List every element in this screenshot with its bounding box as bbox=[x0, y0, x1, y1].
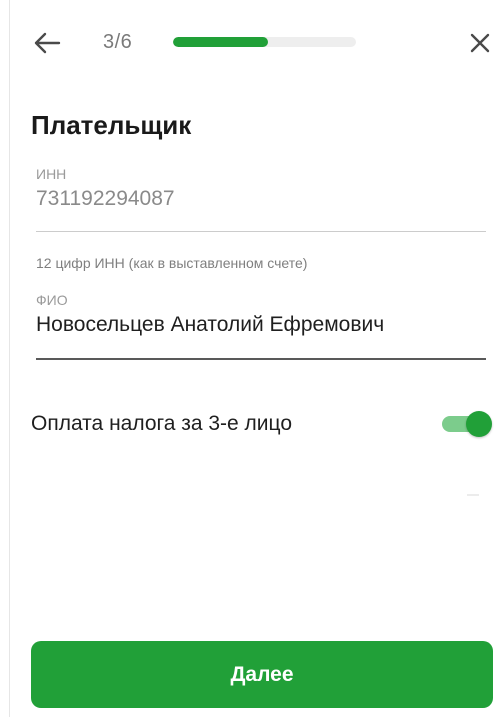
left-edge-divider bbox=[9, 0, 10, 717]
close-button[interactable] bbox=[463, 26, 497, 60]
arrow-left-icon bbox=[34, 32, 61, 54]
next-button[interactable]: Далее bbox=[31, 641, 493, 708]
close-icon bbox=[470, 33, 490, 53]
fio-label: ФИО bbox=[36, 292, 68, 308]
progress-fill bbox=[173, 37, 269, 47]
back-button[interactable] bbox=[30, 26, 64, 60]
step-counter: 3/6 bbox=[103, 31, 133, 53]
third-party-toggle-label: Оплата налога за 3-е лицо bbox=[31, 412, 293, 435]
progress-bar bbox=[173, 37, 356, 47]
fio-underline bbox=[36, 358, 486, 360]
inn-underline bbox=[36, 231, 486, 232]
fio-value[interactable]: Новосельцев Анатолий Ефремович bbox=[36, 313, 486, 337]
inn-field[interactable]: ИНН 731192294087 bbox=[36, 166, 486, 232]
inn-helper-text: 12 цифр ИНН (как в выставленном счете) bbox=[36, 255, 308, 271]
inn-label: ИНН bbox=[36, 166, 67, 182]
third-party-toggle-row[interactable]: Оплата налога за 3-е лицо bbox=[31, 403, 492, 443]
inn-value[interactable]: 731192294087 bbox=[36, 187, 486, 211]
faint-divider bbox=[467, 494, 479, 496]
section-title: Плательщик bbox=[31, 110, 192, 140]
toggle-knob bbox=[466, 411, 492, 437]
top-bar: 3/6 bbox=[0, 0, 502, 90]
third-party-toggle-switch[interactable] bbox=[442, 409, 492, 439]
fio-field[interactable]: ФИО Новосельцев Анатолий Ефремович bbox=[36, 292, 486, 360]
